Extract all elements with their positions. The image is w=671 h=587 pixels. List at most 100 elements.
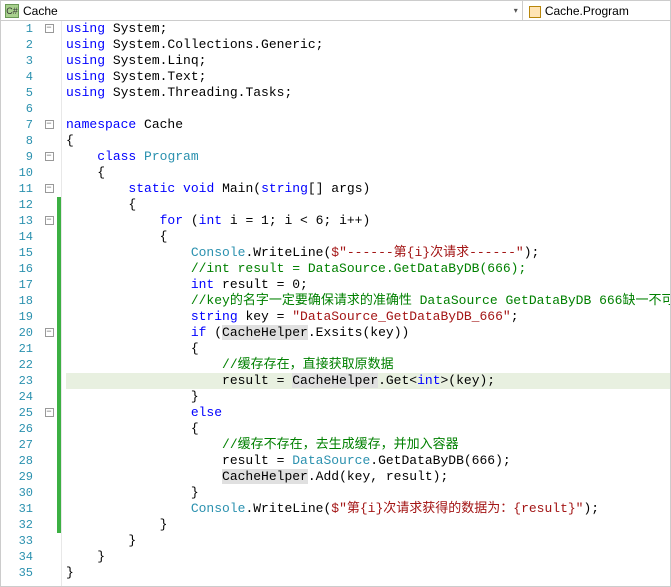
code-line[interactable]: int result = 0; bbox=[66, 277, 670, 293]
fold-column[interactable]: − bbox=[41, 325, 57, 341]
line-number: 32 bbox=[1, 517, 41, 533]
code-line[interactable]: } bbox=[66, 533, 670, 549]
fold-minus-icon[interactable]: − bbox=[45, 328, 54, 337]
fold-minus-icon[interactable]: − bbox=[45, 216, 54, 225]
change-marker bbox=[57, 37, 61, 53]
code-line[interactable] bbox=[66, 101, 670, 117]
fold-column[interactable]: − bbox=[41, 149, 57, 165]
code-line[interactable]: { bbox=[66, 133, 670, 149]
fold-column bbox=[41, 53, 57, 69]
token-text bbox=[136, 117, 144, 132]
token-text bbox=[105, 69, 113, 84]
code-line[interactable]: //缓存不存在，去生成缓存，并加入容器 bbox=[66, 437, 670, 453]
fold-column[interactable]: − bbox=[41, 213, 57, 229]
gutter-row: 12 bbox=[1, 197, 61, 213]
line-number: 14 bbox=[1, 229, 41, 245]
code-line[interactable]: using System.Text; bbox=[66, 69, 670, 85]
fold-column bbox=[41, 501, 57, 517]
token-text bbox=[66, 437, 222, 452]
line-number: 29 bbox=[1, 469, 41, 485]
code-line[interactable]: //key的名字一定要确保请求的准确性 DataSource GetDataBy… bbox=[66, 293, 670, 309]
gutter-row: 29 bbox=[1, 469, 61, 485]
code-line[interactable]: static void Main(string[] args) bbox=[66, 181, 670, 197]
code-line[interactable]: if (CacheHelper.Exsits(key)) bbox=[66, 325, 670, 341]
token-cmt: //缓存存在，直接获取原数据 bbox=[222, 357, 394, 372]
code-line[interactable]: CacheHelper.Add(key, result); bbox=[66, 469, 670, 485]
code-line[interactable]: class Program bbox=[66, 149, 670, 165]
namespace-label: Cache bbox=[23, 4, 58, 18]
code-line[interactable]: using System.Linq; bbox=[66, 53, 670, 69]
fold-minus-icon[interactable]: − bbox=[45, 152, 54, 161]
token-text bbox=[66, 405, 191, 420]
fold-minus-icon[interactable]: − bbox=[45, 408, 54, 417]
token-text bbox=[66, 325, 191, 340]
gutter-row: 24 bbox=[1, 389, 61, 405]
fold-column bbox=[41, 133, 57, 149]
fold-column[interactable]: − bbox=[41, 181, 57, 197]
token-text: ; bbox=[199, 69, 207, 84]
fold-minus-icon[interactable]: − bbox=[45, 120, 54, 129]
code-line[interactable]: using System.Collections.Generic; bbox=[66, 37, 670, 53]
code-line[interactable]: for (int i = 1; i < 6; i++) bbox=[66, 213, 670, 229]
code-line[interactable]: { bbox=[66, 165, 670, 181]
token-text: { bbox=[66, 165, 105, 180]
code-line[interactable]: } bbox=[66, 549, 670, 565]
code-line[interactable]: } bbox=[66, 565, 670, 581]
code-line[interactable]: { bbox=[66, 229, 670, 245]
code-line[interactable]: //缓存存在，直接获取原数据 bbox=[66, 357, 670, 373]
token-cmt: //key的名字一定要确保请求的准确性 DataSource GetDataBy… bbox=[191, 293, 670, 308]
line-number: 6 bbox=[1, 101, 41, 117]
token-text bbox=[66, 181, 128, 196]
code-line[interactable]: } bbox=[66, 517, 670, 533]
change-marker bbox=[57, 277, 61, 293]
fold-column[interactable]: − bbox=[41, 405, 57, 421]
fold-column bbox=[41, 453, 57, 469]
token-type: Program bbox=[144, 149, 199, 164]
code-line[interactable]: } bbox=[66, 389, 670, 405]
fold-column bbox=[41, 197, 57, 213]
csharp-icon: C# bbox=[5, 4, 19, 18]
class-dropdown[interactable]: Cache.Program bbox=[523, 1, 670, 20]
code-line[interactable]: result = CacheHelper.Get<int>(key); bbox=[66, 373, 670, 389]
code-line[interactable]: { bbox=[66, 341, 670, 357]
gutter-row: 28 bbox=[1, 453, 61, 469]
gutter-row: 34 bbox=[1, 549, 61, 565]
gutter-row: 21 bbox=[1, 341, 61, 357]
fold-column bbox=[41, 485, 57, 501]
code-line[interactable]: { bbox=[66, 197, 670, 213]
gutter-row: 14 bbox=[1, 229, 61, 245]
token-text: result = bbox=[66, 373, 292, 388]
code-line[interactable]: Console.WriteLine($"第{i}次请求获得的数据为：{resul… bbox=[66, 501, 670, 517]
fold-minus-icon[interactable]: − bbox=[45, 24, 54, 33]
fold-column bbox=[41, 69, 57, 85]
code-line[interactable]: namespace Cache bbox=[66, 117, 670, 133]
gutter-row: 8 bbox=[1, 133, 61, 149]
gutter-row: 10 bbox=[1, 165, 61, 181]
change-marker bbox=[57, 85, 61, 101]
fold-column[interactable]: − bbox=[41, 21, 57, 37]
token-kw: using bbox=[66, 85, 105, 100]
code-line[interactable]: string key = "DataSource_GetDataByDB_666… bbox=[66, 309, 670, 325]
code-line[interactable]: { bbox=[66, 421, 670, 437]
fold-minus-icon[interactable]: − bbox=[45, 184, 54, 193]
token-text bbox=[66, 149, 97, 164]
code-area[interactable]: using System;using System.Collections.Ge… bbox=[62, 21, 670, 586]
code-line[interactable]: result = DataSource.GetDataByDB(666); bbox=[66, 453, 670, 469]
gutter-row: 6 bbox=[1, 101, 61, 117]
code-line[interactable]: using System; bbox=[66, 21, 670, 37]
code-line[interactable]: } bbox=[66, 485, 670, 501]
code-line[interactable]: else bbox=[66, 405, 670, 421]
code-line[interactable]: Console.WriteLine($"------第{i}次请求------"… bbox=[66, 245, 670, 261]
code-line[interactable]: //int result = DataSource.GetDataByDB(66… bbox=[66, 261, 670, 277]
line-number: 21 bbox=[1, 341, 41, 357]
fold-column bbox=[41, 293, 57, 309]
token-kw: if bbox=[191, 325, 207, 340]
token-text: } bbox=[66, 485, 199, 500]
line-number: 22 bbox=[1, 357, 41, 373]
fold-column[interactable]: − bbox=[41, 117, 57, 133]
namespace-dropdown[interactable]: C# Cache ▾ bbox=[1, 1, 523, 20]
token-text: >(key); bbox=[441, 373, 496, 388]
fold-column bbox=[41, 37, 57, 53]
code-line[interactable]: using System.Threading.Tasks; bbox=[66, 85, 670, 101]
token-text: { bbox=[66, 229, 167, 244]
